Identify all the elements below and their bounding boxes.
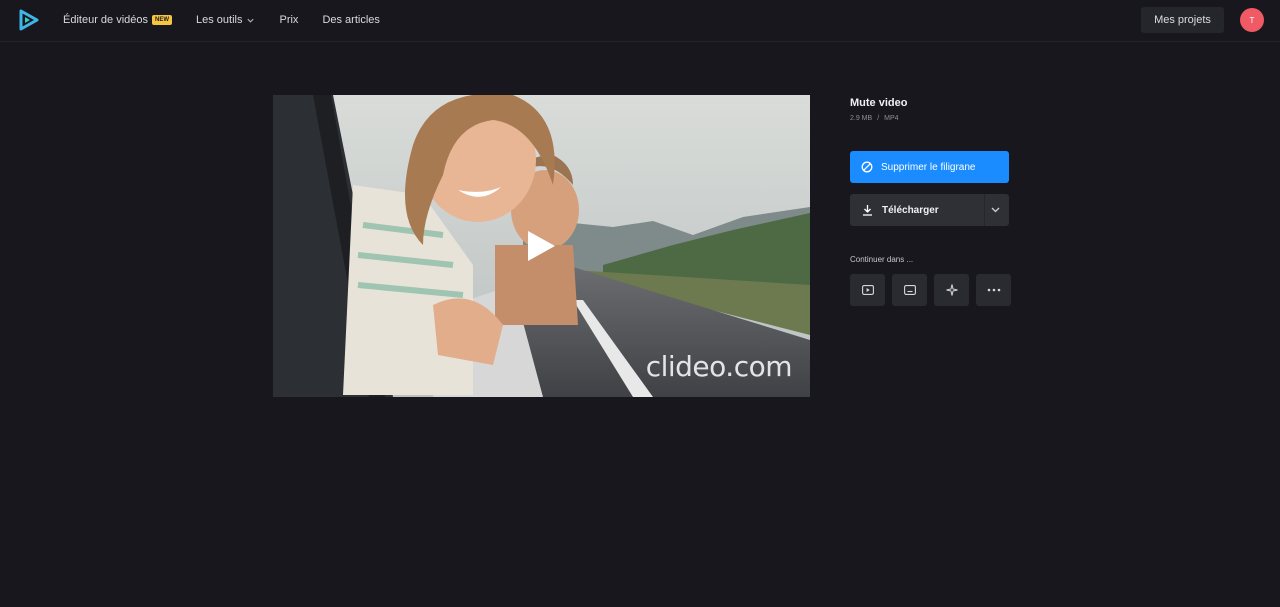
- subtitles-tool-button[interactable]: [892, 274, 927, 306]
- nav-pricing-label: Prix: [279, 14, 299, 26]
- more-icon: [987, 288, 1000, 292]
- nav-articles[interactable]: Des articles: [322, 14, 379, 26]
- main-nav: Éditeur de vidéos NEW Les outils Prix De…: [63, 0, 404, 40]
- video-player-tool-button[interactable]: [850, 274, 885, 306]
- clideo-logo-icon[interactable]: [18, 9, 40, 31]
- download-button[interactable]: Télécharger: [850, 194, 1009, 226]
- play-icon[interactable]: [525, 229, 557, 263]
- no-sign-icon: [861, 161, 873, 173]
- download-divider: [984, 194, 985, 226]
- continue-in-label: Continuer dans ...: [850, 255, 914, 264]
- download-icon: [863, 205, 872, 216]
- chevron-down-icon[interactable]: [990, 205, 1001, 215]
- file-size: 2.9 MB: [850, 115, 873, 122]
- video-preview[interactable]: clideo.com: [273, 95, 810, 397]
- sparkle-icon: [945, 284, 958, 296]
- subtitles-icon: [903, 285, 916, 295]
- file-format: MP4: [884, 115, 899, 122]
- avatar[interactable]: T: [1240, 8, 1264, 32]
- my-projects-button[interactable]: Mes projets: [1141, 7, 1224, 33]
- nav-articles-label: Des articles: [322, 14, 380, 26]
- more-tools-button[interactable]: [976, 274, 1011, 306]
- new-badge: NEW: [152, 15, 172, 25]
- file-panel: Mute video 2.9 MB / MP4 Supprimer le fil…: [850, 95, 1011, 306]
- play-icon: [861, 285, 874, 295]
- top-header: Éditeur de vidéos NEW Les outils Prix De…: [0, 0, 1280, 42]
- nav-video-editor[interactable]: Éditeur de vidéos NEW: [63, 14, 172, 26]
- meta-separator: /: [877, 115, 880, 122]
- watermark-text: clideo.com: [645, 350, 793, 383]
- file-meta: 2.9 MB / MP4: [850, 115, 1010, 122]
- nav-video-editor-label: Éditeur de vidéos: [63, 14, 148, 26]
- download-label: Télécharger: [882, 204, 939, 216]
- nav-pricing[interactable]: Prix: [279, 14, 298, 26]
- effects-tool-button[interactable]: [934, 274, 969, 306]
- remove-watermark-label: Supprimer le filigrane: [881, 161, 976, 173]
- nav-tools-label: Les outils: [196, 14, 243, 26]
- nav-tools[interactable]: Les outils: [196, 14, 255, 26]
- file-title: Mute video: [850, 97, 908, 109]
- continue-tools: [850, 274, 1011, 306]
- remove-watermark-button[interactable]: Supprimer le filigrane: [850, 151, 1009, 183]
- chevron-down-icon: [247, 18, 255, 23]
